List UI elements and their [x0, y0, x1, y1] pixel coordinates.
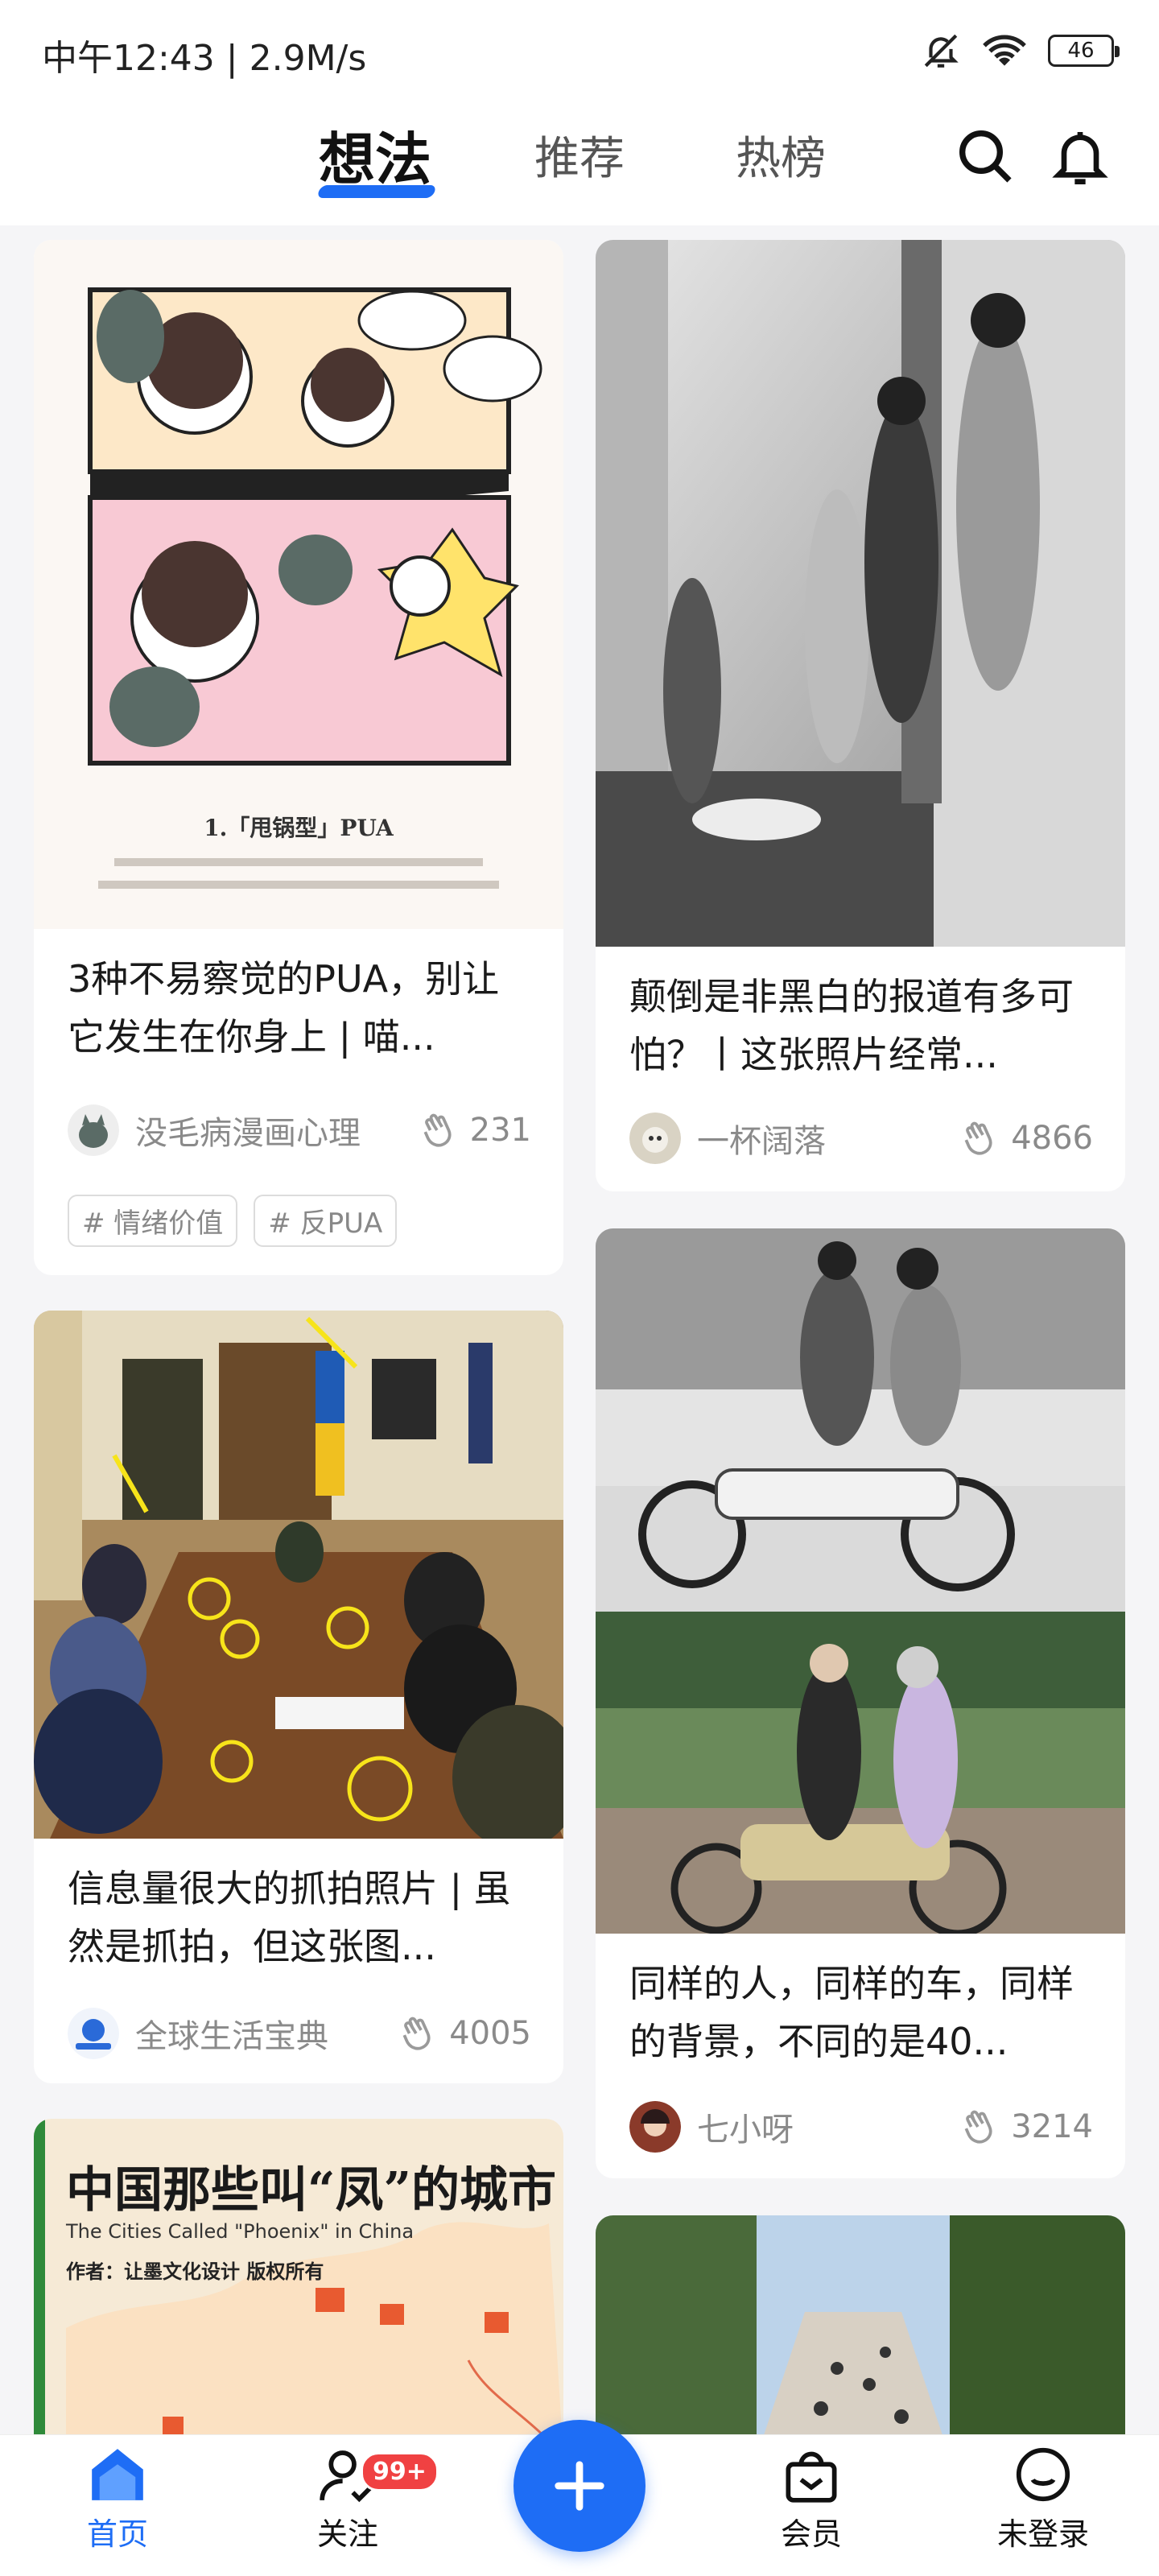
follow-count-badge: 99+ — [361, 2452, 439, 2491]
status-time: 中午12:43 | 2.9M/s — [42, 38, 367, 79]
nav-home-label: 首页 — [86, 2516, 148, 2552]
clap-button[interactable]: 3214 — [959, 2107, 1093, 2147]
author-name[interactable]: 没毛病漫画心理 — [135, 1107, 419, 1154]
card-meta: 没毛病漫画心理 231 — [68, 1104, 531, 1156]
clap-count: 3214 — [1011, 2108, 1093, 2145]
tab-recommend[interactable]: 推荐 — [534, 122, 625, 188]
clap-button[interactable]: 231 — [419, 1110, 531, 1150]
battery-indicator: 46 — [1048, 35, 1120, 67]
tag-chip[interactable]: # 情绪价值 — [68, 1195, 238, 1247]
card-meta: 七小呀 3214 — [629, 2101, 1093, 2153]
tag-list: # 情绪价值 # 反PUA — [68, 1195, 398, 1247]
map-subtitle: The Cities Called "Phoenix" in China — [66, 2220, 415, 2243]
clap-icon — [964, 2110, 992, 2144]
card-meta: 一杯阔落 4866 — [629, 1113, 1093, 1164]
card-image: 1.「甩锅型」PUA — [34, 240, 563, 929]
feed-card[interactable]: 颠倒是非黑白的报道有多可怕？丨这张照片经常... 一杯阔落 4866 — [596, 240, 1125, 1191]
card-image: 中国那些叫“凤”的城市 The Cities Called "Phoenix" … — [34, 2119, 563, 2457]
author-avatar[interactable] — [629, 2101, 681, 2153]
clap-button[interactable]: 4866 — [959, 1118, 1093, 1158]
nav-member-label: 会员 — [780, 2516, 842, 2552]
card-image — [34, 1311, 563, 1839]
search-icon[interactable] — [953, 124, 1017, 188]
mute-bell-icon — [924, 34, 959, 68]
author-name[interactable]: 一杯阔落 — [697, 1115, 959, 1162]
nav-member[interactable]: 会员 — [747, 2446, 876, 2553]
nav-login-label: 未登录 — [996, 2516, 1089, 2552]
home-icon — [92, 2449, 143, 2500]
tab-hot[interactable]: 热榜 — [736, 122, 826, 188]
author-name[interactable]: 七小呀 — [697, 2103, 959, 2150]
author-avatar[interactable] — [68, 1104, 119, 1156]
card-title[interactable]: 3种不易察觉的PUA，别让它发生在你身上 | 喵... — [68, 950, 531, 1066]
clap-button[interactable]: 4005 — [398, 2013, 531, 2054]
author-avatar[interactable] — [68, 2008, 119, 2059]
nav-follow-label: 关注 — [316, 2516, 378, 2552]
nav-home[interactable]: 首页 — [53, 2446, 182, 2553]
card-title[interactable]: 颠倒是非黑白的报道有多可怕？丨这张照片经常... — [629, 968, 1093, 1084]
clap-icon — [402, 2017, 431, 2050]
feed-card[interactable]: 中国那些叫“凤”的城市 The Cities Called "Phoenix" … — [34, 2119, 563, 2457]
nav-login[interactable]: 未登录 — [979, 2446, 1107, 2553]
map-title: 中国那些叫“凤”的城市 — [66, 2162, 557, 2219]
wifi-icon — [983, 35, 1026, 66]
status-icons: 46 — [921, 31, 1120, 71]
card-image — [596, 240, 1125, 947]
feed-card[interactable]: 同样的人，同样的车，同样的背景，不同的是40... 七小呀 3214 — [596, 1228, 1125, 2178]
author-name[interactable]: 全球生活宝典 — [135, 2010, 398, 2057]
map-credit: 作者：让墨文化设计 版权所有 — [66, 2260, 324, 2283]
active-tab-indicator — [316, 185, 437, 198]
tag-chip[interactable]: # 反PUA — [254, 1195, 398, 1247]
tab-ideas[interactable]: 想法 — [319, 114, 431, 196]
feed-card[interactable]: 1.「甩锅型」PUA 3种不易察觉的PUA，别让它发生在你身上 | 喵... 没… — [34, 240, 563, 1275]
svg-text:1.「甩锅型」PUA: 1.「甩锅型」PUA — [204, 815, 394, 841]
member-bag-icon — [786, 2451, 837, 2503]
clap-count: 4005 — [449, 2015, 531, 2052]
top-tabs: 想法 推荐 热榜 — [0, 105, 1159, 225]
clap-icon — [423, 1113, 452, 1147]
clap-count: 4866 — [1011, 1120, 1093, 1157]
card-title[interactable]: 同样的人，同样的车，同样的背景，不同的是40... — [629, 1955, 1093, 2070]
card-title[interactable]: 信息量很大的抓拍照片 | 虽然是抓拍，但这张图... — [68, 1860, 531, 1975]
card-image — [596, 2215, 1125, 2457]
card-image — [596, 1228, 1125, 1934]
card-meta: 全球生活宝典 4005 — [68, 2008, 531, 2059]
plus-icon — [555, 2461, 604, 2511]
status-bar: 中午12:43 | 2.9M/s 46 — [0, 0, 1159, 105]
feed-card[interactable] — [596, 2215, 1125, 2457]
author-avatar[interactable] — [629, 1113, 681, 1164]
feed-card[interactable]: 信息量很大的抓拍照片 | 虽然是抓拍，但这张图... 全球生活宝典 4005 — [34, 1311, 563, 2083]
smiley-user-icon — [1016, 2447, 1070, 2502]
notification-bell-icon[interactable] — [1048, 124, 1112, 188]
clap-count: 231 — [469, 1112, 531, 1149]
clap-icon — [964, 1121, 992, 1155]
create-post-button[interactable] — [514, 2420, 645, 2552]
